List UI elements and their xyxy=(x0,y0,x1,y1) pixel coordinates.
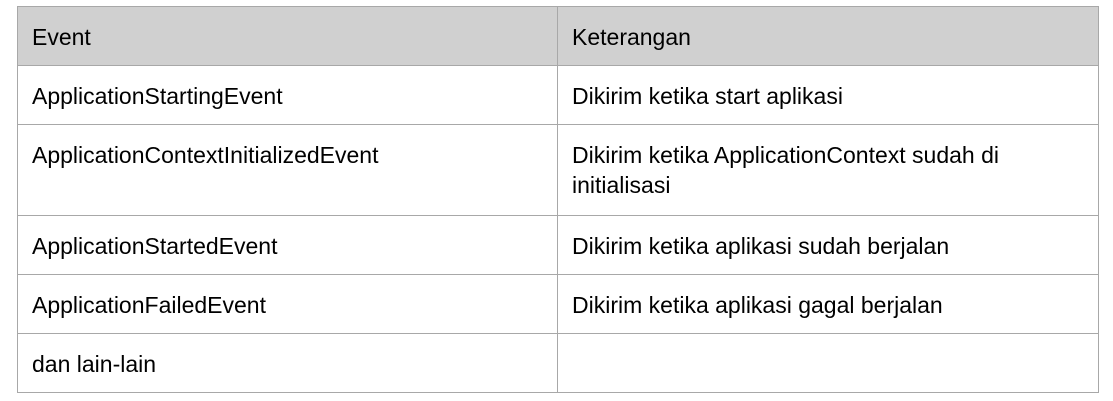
column-header-keterangan: Keterangan xyxy=(557,6,1099,66)
description-cell: Dikirim ketika aplikasi sudah berjalan xyxy=(557,215,1099,275)
event-cell: dan lain-lain xyxy=(17,333,558,393)
table-row: ApplicationContextInitializedEvent Dikir… xyxy=(17,124,1099,216)
table-row: dan lain-lain xyxy=(17,333,1099,393)
event-cell: ApplicationFailedEvent xyxy=(17,274,558,334)
column-header-event: Event xyxy=(17,6,558,66)
description-cell xyxy=(557,333,1099,393)
description-cell: Dikirim ketika aplikasi gagal berjalan xyxy=(557,274,1099,334)
description-cell: Dikirim ketika ApplicationContext sudah … xyxy=(557,124,1099,216)
table-header-row: Event Keterangan xyxy=(17,6,1099,66)
description-cell: Dikirim ketika start aplikasi xyxy=(557,65,1099,125)
table-row: ApplicationStartingEvent Dikirim ketika … xyxy=(17,65,1099,125)
table-row: ApplicationStartedEvent Dikirim ketika a… xyxy=(17,215,1099,275)
event-cell: ApplicationContextInitializedEvent xyxy=(17,124,558,216)
event-cell: ApplicationStartedEvent xyxy=(17,215,558,275)
table-row: ApplicationFailedEvent Dikirim ketika ap… xyxy=(17,274,1099,334)
events-table: Event Keterangan ApplicationStartingEven… xyxy=(17,6,1099,393)
event-cell: ApplicationStartingEvent xyxy=(17,65,558,125)
